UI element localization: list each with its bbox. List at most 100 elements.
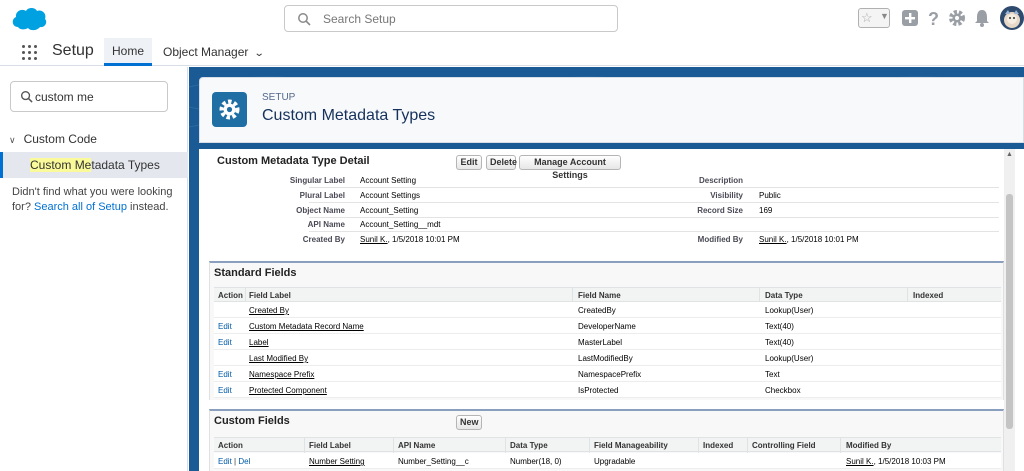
tab-object-manager-label: Object Manager xyxy=(163,45,249,59)
help-icon[interactable]: ? xyxy=(924,8,944,28)
tree-item-label-prefix: Custom xyxy=(30,158,75,172)
modified-by-date: , 1/5/2018 10:03 PM xyxy=(873,457,946,466)
modified-by-user-link[interactable]: Sunil K. xyxy=(759,235,787,244)
data-type: Text xyxy=(765,370,780,379)
edit-link[interactable]: Edit xyxy=(218,338,232,347)
api-name: Number_Setting__c xyxy=(398,457,469,466)
field-value: Account_Setting xyxy=(360,206,419,215)
star-icon: ☆ xyxy=(861,10,873,25)
field-label-text: Created By xyxy=(249,306,290,315)
field-value: 169 xyxy=(759,206,773,215)
field-label: Singular Label xyxy=(289,176,345,185)
column-divider xyxy=(698,438,699,453)
column-header: Field Name xyxy=(578,291,621,300)
column-header: Data Type xyxy=(510,441,548,450)
page-breadcrumb: SETUP xyxy=(262,92,296,103)
created-by-user-link[interactable]: Sunil K. xyxy=(360,235,388,244)
field-name: DeveloperName xyxy=(578,322,636,331)
app-name: Setup xyxy=(52,42,94,59)
field-name: NamespacePrefix xyxy=(578,370,642,379)
field-value: Account Setting xyxy=(360,176,417,185)
tree-item-label: Custom Metadata Types xyxy=(30,158,160,172)
salesforce-logo-icon[interactable] xyxy=(10,5,48,33)
manage-settings-button[interactable]: Manage Account Settings xyxy=(519,155,621,180)
edit-link[interactable]: Edit xyxy=(218,457,232,466)
field-label-text: Custom Metadata Record Name xyxy=(249,322,364,331)
divider xyxy=(309,202,999,203)
add-icon[interactable] xyxy=(900,8,920,28)
column-divider xyxy=(572,288,573,303)
edit-button[interactable]: Edit xyxy=(456,155,482,170)
column-header: Field Manageability xyxy=(594,441,668,450)
main-content-area: SETUP Custom Metadata Types ▲ Custom Met… xyxy=(189,67,1024,471)
table-row: Last Modified By LastModifiedBy Lookup(U… xyxy=(214,350,1001,366)
data-type: Text(40) xyxy=(765,338,794,347)
tree-node-custom-code[interactable]: ∨ Custom Code xyxy=(9,132,97,146)
field-label: Object Name xyxy=(296,206,345,215)
table-row: Edit Custom Metadata Record Name Develop… xyxy=(214,318,1001,334)
avatar[interactable] xyxy=(1000,6,1024,30)
field-value: Account_Setting__mdt xyxy=(360,220,441,229)
tab-home[interactable]: Home xyxy=(104,38,152,66)
column-header: API Name xyxy=(398,441,436,450)
section-title: Standard Fields xyxy=(214,267,297,279)
favorites-button[interactable]: ☆ ▼ xyxy=(858,8,890,28)
field-label-link[interactable]: Created By xyxy=(249,306,289,315)
quick-find-input[interactable] xyxy=(35,88,163,106)
delete-button[interactable]: Delete xyxy=(486,155,517,170)
divider xyxy=(309,217,999,218)
column-divider xyxy=(589,438,590,453)
chevron-down-icon[interactable]: ⌄ xyxy=(254,48,265,59)
gear-icon[interactable] xyxy=(947,8,967,28)
global-search-box[interactable] xyxy=(284,5,618,32)
tree-item-custom-metadata-types[interactable]: Custom Metadata Types xyxy=(0,152,188,178)
field-label-link[interactable]: Protected Component xyxy=(249,386,327,395)
field-value: Public xyxy=(759,191,781,200)
tab-object-manager[interactable]: Object Manager ⌄ xyxy=(163,45,265,59)
column-divider xyxy=(393,438,394,453)
svg-text:?: ? xyxy=(928,9,939,28)
edit-link[interactable]: Edit xyxy=(218,322,232,331)
field-label-text: Label xyxy=(249,338,269,347)
global-search-input[interactable] xyxy=(323,10,603,28)
edit-link[interactable]: Edit xyxy=(218,386,232,395)
edit-link[interactable]: Edit xyxy=(218,370,232,379)
created-by-value: Sunil K., 1/5/2018 10:01 PM xyxy=(360,235,460,244)
modified-by-user-link[interactable]: Sunil K. xyxy=(846,457,874,466)
gear-icon xyxy=(219,99,240,120)
row-actions: Edit | Del xyxy=(218,457,250,466)
app-launcher-icon[interactable] xyxy=(22,45,38,61)
scroll-up-icon[interactable]: ▲ xyxy=(1006,151,1013,158)
field-label: Record Size xyxy=(697,206,743,215)
field-label-link[interactable]: Namespace Prefix xyxy=(249,370,314,379)
field-name: IsProtected xyxy=(578,386,619,395)
bell-icon[interactable] xyxy=(972,8,992,28)
data-type: Checkbox xyxy=(765,386,801,395)
scrollbar-thumb[interactable] xyxy=(1006,194,1013,429)
chevron-down-icon: ▼ xyxy=(880,11,889,21)
new-field-button[interactable]: New xyxy=(456,415,482,430)
column-divider xyxy=(747,438,748,453)
column-divider xyxy=(304,438,305,453)
setup-app: ☆ ▼ ? Setup Home Object Manager ⌄ ∨ Custom… xyxy=(0,0,1024,471)
field-name: MasterLabel xyxy=(578,338,623,347)
quick-find-box[interactable] xyxy=(10,81,168,112)
chevron-down-icon: ∨ xyxy=(9,135,16,145)
table-row: Edit Label MasterLabel Text(40) xyxy=(214,334,1001,350)
global-header: ☆ ▼ ? xyxy=(0,0,1024,38)
vertical-scrollbar[interactable]: ▲ xyxy=(1004,149,1015,471)
field-label-link[interactable]: Label xyxy=(249,338,269,347)
search-all-setup-link[interactable]: Search all of Setup xyxy=(34,201,127,213)
field-label-text: Last Modified By xyxy=(249,354,309,363)
modified-by-date: , 1/5/2018 10:01 PM xyxy=(786,235,859,244)
detail-section-title: Custom Metadata Type Detail xyxy=(217,155,370,167)
delete-link[interactable]: Del xyxy=(238,457,250,466)
field-label-link[interactable]: Number Setting xyxy=(309,457,365,466)
column-header: Indexed xyxy=(913,291,944,300)
column-divider xyxy=(759,288,760,303)
divider xyxy=(309,231,999,232)
field-label-link[interactable]: Custom Metadata Record Name xyxy=(249,322,364,331)
app-nav-bar: Setup Home Object Manager ⌄ xyxy=(0,38,1024,66)
field-label-link[interactable]: Last Modified By xyxy=(249,354,308,363)
column-header: Indexed xyxy=(703,441,734,450)
